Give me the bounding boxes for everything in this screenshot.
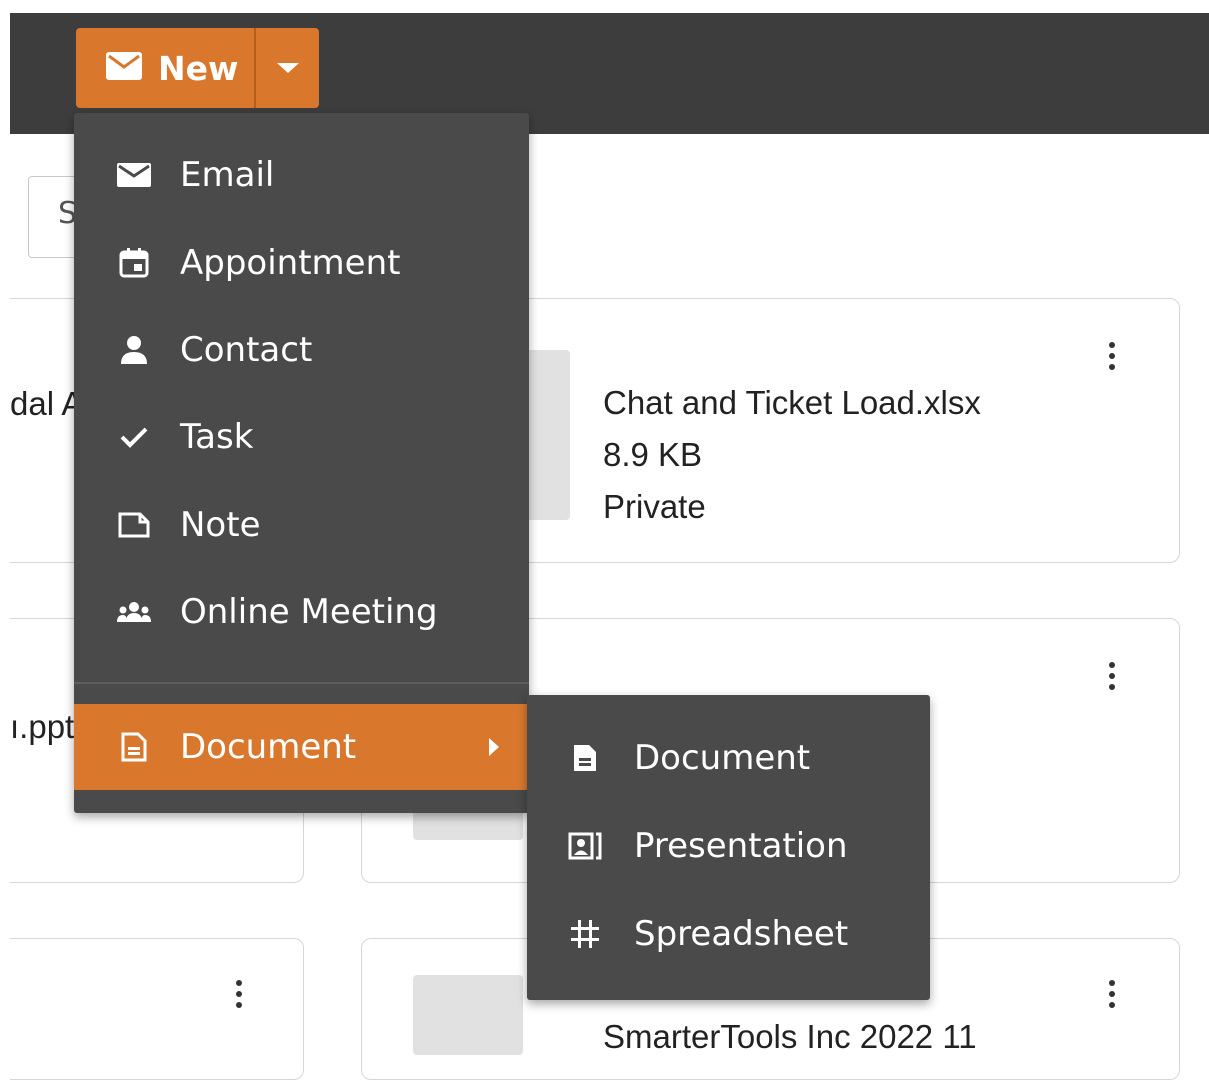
document-icon bbox=[567, 740, 603, 776]
menu-item-label: Email bbox=[180, 155, 275, 195]
submenu-item-label: Presentation bbox=[634, 826, 848, 866]
submenu-item-document[interactable]: Document bbox=[527, 714, 930, 802]
checkmark-icon bbox=[116, 419, 152, 455]
submenu-item-presentation[interactable]: Presentation bbox=[527, 802, 930, 890]
new-button-label: New bbox=[158, 48, 239, 88]
menu-item-note[interactable]: Note bbox=[74, 482, 529, 568]
envelope-icon bbox=[116, 157, 152, 193]
new-dropdown-toggle[interactable] bbox=[254, 28, 320, 108]
menu-item-label: Contact bbox=[180, 330, 313, 370]
submenu-item-spreadsheet[interactable]: Spreadsheet bbox=[527, 890, 930, 978]
document-submenu: Document Presentation Spreadsheet bbox=[527, 695, 930, 1000]
menu-item-label: Online Meeting bbox=[180, 592, 438, 632]
file-size: 8.9 KB bbox=[603, 436, 703, 473]
file-card-name-fragment: ı.ppt bbox=[10, 708, 75, 745]
file-name: Chat and Ticket Load.xlsx bbox=[603, 384, 981, 421]
menu-item-label: Appointment bbox=[180, 243, 401, 283]
more-options-icon[interactable] bbox=[236, 980, 242, 1013]
presentation-icon bbox=[567, 828, 603, 864]
menu-item-email[interactable]: Email bbox=[74, 132, 529, 218]
screenshot-border bbox=[0, 0, 1209, 13]
chevron-right-icon bbox=[489, 738, 499, 756]
menu-item-document[interactable]: Document bbox=[74, 704, 529, 790]
more-options-icon[interactable] bbox=[1109, 342, 1115, 375]
menu-divider bbox=[74, 682, 529, 684]
file-icon bbox=[413, 975, 523, 1055]
note-icon bbox=[116, 507, 152, 543]
envelope-icon bbox=[106, 49, 142, 88]
more-options-icon[interactable] bbox=[1109, 662, 1115, 695]
document-icon bbox=[116, 729, 152, 765]
spreadsheet-icon bbox=[567, 916, 603, 952]
menu-item-task[interactable]: Task bbox=[74, 394, 529, 480]
menu-item-label: Task bbox=[180, 417, 254, 457]
file-card-details: Chat and Ticket Load.xlsx 8.9 KB Private bbox=[603, 377, 981, 533]
people-icon bbox=[116, 594, 152, 630]
screenshot-border bbox=[0, 0, 10, 1043]
menu-item-appointment[interactable]: Appointment bbox=[74, 220, 529, 306]
menu-item-online-meeting[interactable]: Online Meeting bbox=[74, 569, 529, 655]
calendar-icon bbox=[116, 245, 152, 281]
submenu-item-label: Document bbox=[634, 738, 811, 778]
new-item-menu: Email Appointment Contact Task Note Onli… bbox=[74, 113, 529, 813]
chevron-down-icon bbox=[277, 63, 299, 73]
more-options-icon[interactable] bbox=[1109, 980, 1115, 1013]
file-visibility: Private bbox=[603, 488, 706, 525]
new-split-button: New bbox=[76, 28, 319, 108]
menu-item-label: Document bbox=[180, 727, 357, 767]
menu-item-contact[interactable]: Contact bbox=[74, 307, 529, 393]
submenu-item-label: Spreadsheet bbox=[634, 914, 849, 954]
file-name: SmarterTools Inc 2022 11 bbox=[603, 1018, 977, 1055]
file-card-name-fragment: dal A bbox=[10, 385, 84, 422]
menu-item-label: Note bbox=[180, 505, 261, 545]
person-icon bbox=[116, 332, 152, 368]
file-card[interactable] bbox=[10, 938, 304, 1080]
